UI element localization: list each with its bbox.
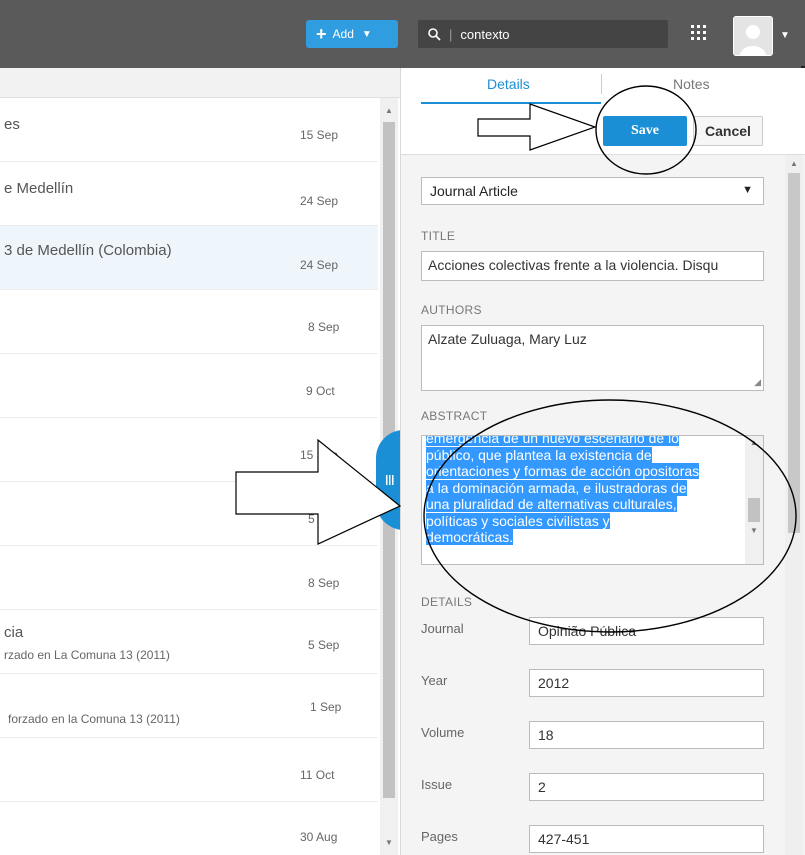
search-icon: [428, 27, 441, 41]
item-date: 5 Sep: [308, 638, 340, 652]
scroll-down-icon[interactable]: ▼: [750, 526, 758, 535]
dropdown-arrow-icon: ▼: [742, 184, 753, 196]
item-date: 24 Sep: [300, 258, 339, 272]
journal-label: Journal: [421, 621, 464, 636]
volume-label: Volume: [421, 725, 465, 740]
pages-label: Pages: [421, 829, 458, 844]
list-item[interactable]: 3 de Medellín (Colombia) 24 Sep: [0, 226, 378, 290]
item-date: 30 Aug: [300, 830, 338, 844]
list-item[interactable]: 8 Sep: [0, 290, 378, 354]
item-date: 5 Sep: [308, 512, 340, 526]
list-item[interactable]: 15 Sep: [0, 418, 378, 482]
scroll-up-icon[interactable]: ▲: [750, 438, 758, 447]
abstract-label: ABSTRACT: [421, 409, 488, 423]
apps-grid-icon[interactable]: [688, 22, 710, 44]
authors-value: Alzate Zuluaga, Mary Luz: [428, 331, 587, 347]
item-title: es: [4, 116, 20, 133]
item-title: 3 de Medellín (Colombia): [4, 242, 172, 259]
issue-label: Issue: [421, 777, 453, 792]
caret-down-icon: ▼: [361, 28, 372, 40]
drag-handle-icon: [386, 475, 394, 485]
item-date: 15 Sep: [300, 128, 339, 142]
list-item[interactable]: 30 Aug: [0, 802, 378, 855]
list-item[interactable]: 11 Oct: [0, 738, 378, 802]
document-list: es 15 Sep e Medellín 24 Sep 3 de Medellí…: [0, 68, 400, 855]
detail-panel: Details Notes Save Cancel Journal Articl…: [400, 68, 805, 855]
list-header: [0, 68, 400, 98]
search-divider: |: [449, 26, 453, 42]
add-button-label: Add: [332, 27, 354, 41]
item-subtitle: rzado en La Comuna 13 (2011): [4, 648, 170, 662]
resize-grip-icon[interactable]: ◢: [754, 377, 761, 388]
item-date: 24 Sep: [300, 194, 339, 208]
active-tab-underline: [421, 102, 601, 104]
item-date: 8 Sep: [308, 576, 340, 590]
tab-details[interactable]: Details: [487, 76, 530, 92]
list-item[interactable]: forzado en la Comuna 13 (2011) 1 Sep: [0, 674, 378, 738]
issue-field[interactable]: 2: [529, 773, 764, 801]
search-box[interactable]: |: [418, 20, 668, 48]
search-input[interactable]: [460, 26, 631, 42]
abstract-text: emergencia de un nuevo escenario de lo p…: [426, 436, 742, 546]
year-field[interactable]: 2012: [529, 669, 764, 697]
user-silhouette-icon: [734, 17, 772, 55]
abstract-line: público, que plantea la existencia de: [426, 446, 652, 463]
abstract-line: emergencia de un nuevo escenario de lo: [426, 436, 679, 446]
abstract-field[interactable]: emergencia de un nuevo escenario de lo p…: [421, 435, 764, 565]
plus-icon: +: [316, 24, 327, 44]
abstract-line: orientaciones y formas de acción oposito…: [426, 463, 700, 479]
cancel-button[interactable]: Cancel: [693, 116, 763, 146]
avatar[interactable]: [733, 16, 773, 56]
abstract-scrollbar-thumb[interactable]: [748, 498, 760, 522]
item-title: e Medellín: [4, 180, 74, 197]
scroll-up-icon[interactable]: ▲: [790, 159, 798, 168]
metadata-form: Journal Article ▼ TITLE Acciones colecti…: [401, 154, 805, 855]
item-date: 1 Sep: [310, 700, 342, 714]
tab-separator: [601, 74, 602, 94]
top-bar: + Add ▼ | ▼: [0, 0, 805, 82]
abstract-line: políticas y sociales civilistas y: [426, 512, 610, 529]
abstract-line: democráticas.: [426, 529, 514, 545]
item-date: 15 Sep: [300, 448, 339, 462]
add-button[interactable]: + Add ▼: [306, 20, 398, 48]
year-label: Year: [421, 673, 448, 688]
pages-field[interactable]: 427-451: [529, 825, 764, 853]
title-field[interactable]: Acciones colectivas frente a la violenci…: [421, 251, 764, 281]
form-scrollbar[interactable]: ▲: [785, 155, 803, 855]
item-type-select[interactable]: Journal Article ▼: [421, 177, 764, 205]
form-scrollbar-thumb[interactable]: [788, 173, 800, 533]
title-label: TITLE: [421, 229, 456, 243]
avatar-caret-icon[interactable]: ▼: [780, 30, 790, 41]
journal-field[interactable]: Opinião Pública: [529, 617, 764, 645]
tab-notes[interactable]: Notes: [673, 76, 710, 92]
item-type-value: Journal Article: [430, 183, 518, 199]
abstract-line: una pluralidad de alternativas culturale…: [426, 496, 677, 512]
save-button[interactable]: Save: [603, 116, 687, 146]
authors-field[interactable]: Alzate Zuluaga, Mary Luz ◢: [421, 325, 764, 391]
list-item[interactable]: es 15 Sep: [0, 98, 378, 162]
list-item[interactable]: cia rzado en La Comuna 13 (2011) 5 Sep: [0, 610, 378, 674]
scroll-down-icon[interactable]: ▼: [385, 838, 393, 847]
item-date: 11 Oct: [300, 768, 335, 782]
list-item[interactable]: 9 Oct: [0, 354, 378, 418]
details-label: DETAILS: [421, 595, 473, 609]
item-date: 8 Sep: [308, 320, 340, 334]
detail-tabs: Details Notes: [421, 74, 781, 104]
authors-label: AUTHORS: [421, 303, 482, 317]
abstract-line: a la dominación armada, e ilustradoras d…: [426, 479, 687, 496]
item-date: 9 Oct: [306, 384, 335, 398]
list-item[interactable]: 8 Sep: [0, 546, 378, 610]
scroll-up-icon[interactable]: ▲: [385, 106, 393, 115]
list-item[interactable]: e Medellín 24 Sep: [0, 162, 378, 226]
item-subtitle: forzado en la Comuna 13 (2011): [8, 712, 180, 726]
abstract-scrollbar[interactable]: ▲ ▼: [745, 436, 763, 564]
volume-field[interactable]: 18: [529, 721, 764, 749]
item-title: cia: [4, 624, 24, 641]
list-item[interactable]: 5 Sep: [0, 482, 378, 546]
